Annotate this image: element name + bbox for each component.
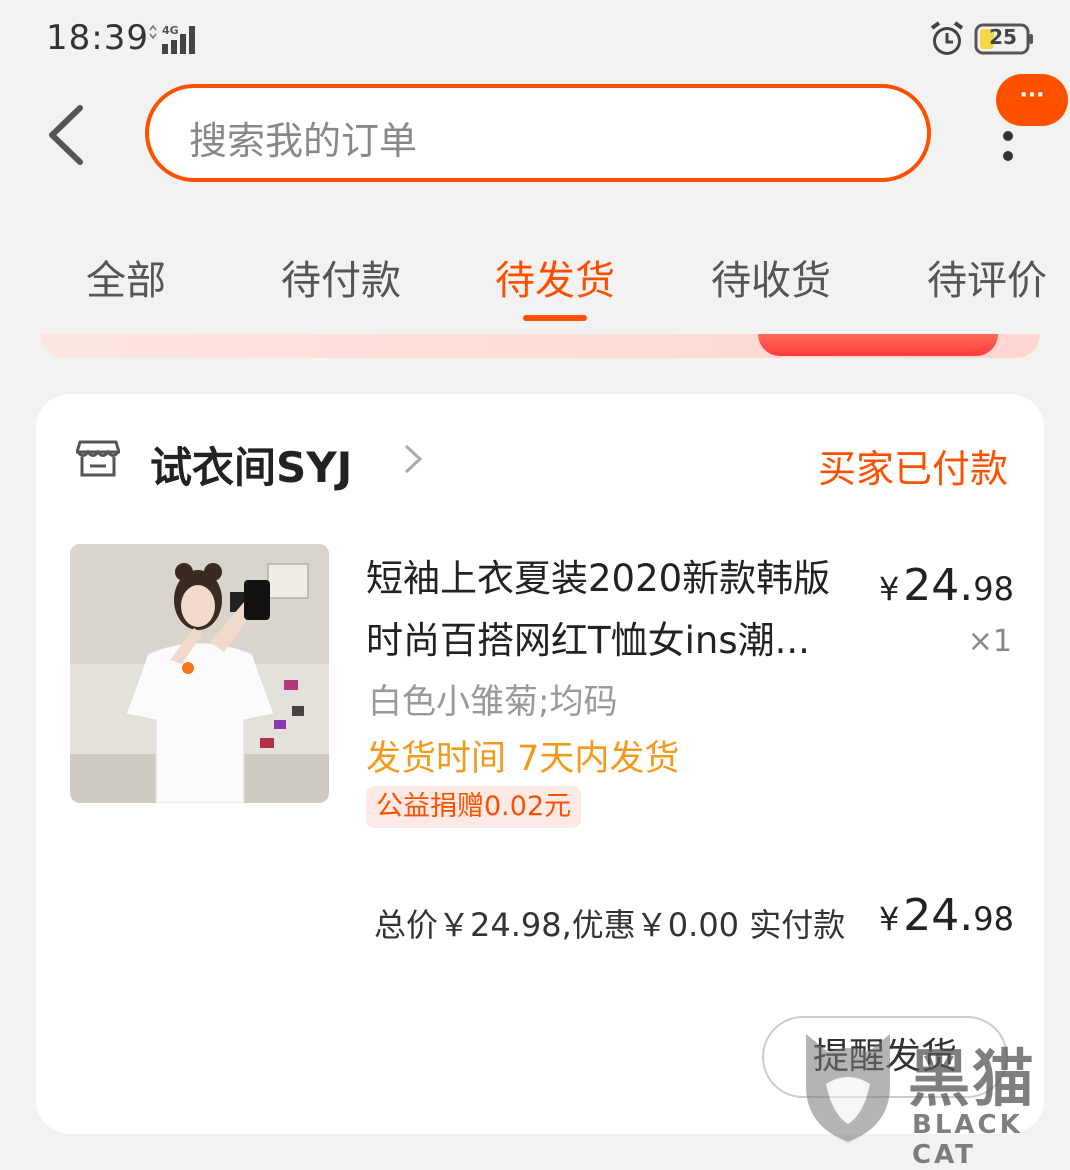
product-title-line2[interactable]: 时尚百搭网红T恤女ins潮... [366,610,810,664]
search-placeholder: 搜索我的订单 [189,119,418,163]
status-time: 18:39 [46,18,149,58]
watermark-subtitle: BLACK CAT [912,1110,1023,1170]
watermark-title: 黑猫 [908,1042,1037,1115]
paid-amount: ¥24.98 [879,890,1014,941]
shop-name[interactable]: 试衣间SYJ [150,434,352,495]
search-input[interactable]: 搜索我的订单 [145,84,931,182]
signal-icon: 4G [149,24,195,54]
shop-icon [76,440,120,477]
alarm-icon [930,21,964,55]
price-integer: 24. [903,560,974,611]
order-card[interactable]: 试衣间SYJ 买家已付款 短袖上衣夏装2020新款韩版 时尚百搭网红T恤女ins… [36,394,1044,1134]
promo-banner-accent [758,334,998,356]
chevron-right-icon[interactable] [402,442,424,476]
more-badge[interactable]: ··· [996,74,1068,126]
network-label: 4G [162,24,179,37]
tab-pending-receipt[interactable]: 待收货 [707,248,835,306]
price-currency: ¥ [878,570,900,608]
charity-badge: 公益捐赠0.02元 [366,786,582,828]
tab-pending-review[interactable]: 待评价 [923,248,1051,306]
battery-level: 25 [989,25,1017,49]
active-tab-indicator [523,315,587,321]
tab-pending-payment[interactable]: 待付款 [277,248,405,306]
paid-currency: ¥ [878,900,900,938]
quantity: ×1 [967,624,1012,659]
product-image[interactable] [70,544,329,803]
sku-info: 白色小雏菊;均码 [368,682,618,722]
order-status: 买家已付款 [817,447,1008,491]
unit-price: ¥24.98 [879,560,1014,611]
paid-integer: 24. [903,890,974,941]
paid-decimal: 98 [973,900,1014,938]
order-summary: 总价￥24.98,优惠￥0.00 实付款 [374,906,846,944]
vertical-dots-icon[interactable] [998,130,1018,166]
product-title-line1[interactable]: 短袖上衣夏装2020新款韩版 [366,548,830,602]
back-arrow-icon[interactable] [44,104,90,166]
tab-pending-shipment[interactable]: 待发货 [491,248,619,306]
price-decimal: 98 [973,570,1014,608]
shipping-time: 发货时间 7天内发货 [366,739,680,779]
tab-all[interactable]: 全部 [82,248,170,306]
black-cat-logo-icon [806,1034,890,1142]
